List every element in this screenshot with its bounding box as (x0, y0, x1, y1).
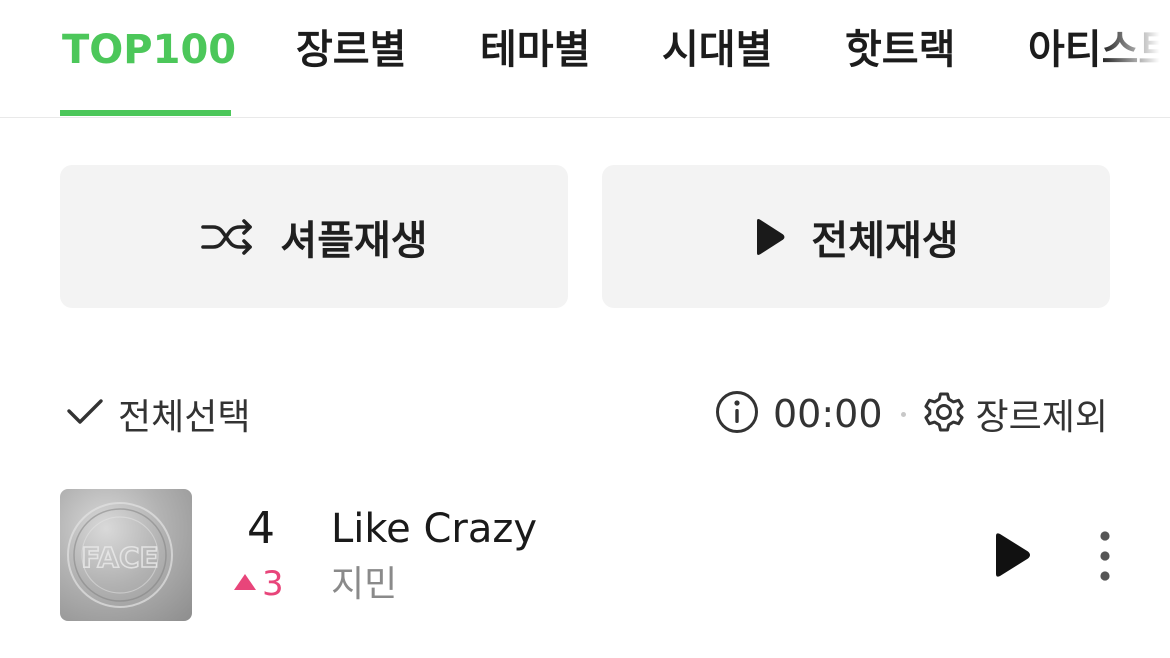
gear-icon (922, 390, 966, 438)
rank-change-value: 3 (262, 564, 284, 604)
track-artist[interactable]: 지민 (331, 562, 397, 608)
timer-info-button[interactable]: 00:00 (715, 390, 883, 438)
select-all-label: 전체선택 (118, 397, 251, 438)
genre-exclude-button[interactable]: 장르제외 (922, 388, 1108, 440)
play-all-button[interactable]: 전체재생 (602, 165, 1110, 308)
separator-dot (900, 411, 906, 417)
rank-change: 3 (232, 564, 284, 604)
chart-list-item[interactable]: FACE 4 3 Like Crazy 지민 (0, 480, 1170, 630)
play-icon (988, 533, 1034, 584)
play-all-label: 전체재생 (811, 217, 959, 264)
tab-theme[interactable]: 테마별 (480, 22, 590, 78)
shuffle-play-button[interactable]: 셔플재생 (60, 165, 568, 308)
play-icon (753, 217, 787, 257)
timer-text: 00:00 (773, 392, 883, 436)
check-icon (66, 397, 104, 431)
tab-hottrack[interactable]: 핫트랙 (845, 22, 955, 78)
rank-up-icon (232, 572, 258, 596)
shuffle-icon (200, 217, 256, 257)
track-title[interactable]: Like Crazy (331, 502, 537, 556)
shuffle-play-label: 셔플재생 (280, 217, 428, 264)
more-options-button[interactable] (1088, 528, 1122, 584)
list-tools: 00:00 장르제외 (715, 388, 1108, 440)
track-play-button[interactable] (988, 530, 1034, 580)
info-icon (715, 390, 759, 438)
active-tab-indicator (60, 110, 231, 116)
tab-top100[interactable]: TOP100 (62, 22, 236, 78)
tab-overflow-fade (1100, 0, 1170, 110)
album-art-text: FACE (81, 541, 158, 574)
chart-rank: 4 (247, 503, 275, 554)
tab-genre[interactable]: 장르별 (296, 22, 406, 78)
more-vertical-icon (1088, 531, 1122, 588)
tab-bar: TOP100 장르별 테마별 시대별 핫트랙 아티스트 (0, 0, 1170, 118)
album-art[interactable]: FACE (60, 489, 192, 621)
genre-exclude-label: 장르제외 (975, 397, 1108, 438)
select-all-toggle[interactable]: 전체선택 (66, 388, 250, 440)
tab-era[interactable]: 시대별 (662, 22, 772, 78)
